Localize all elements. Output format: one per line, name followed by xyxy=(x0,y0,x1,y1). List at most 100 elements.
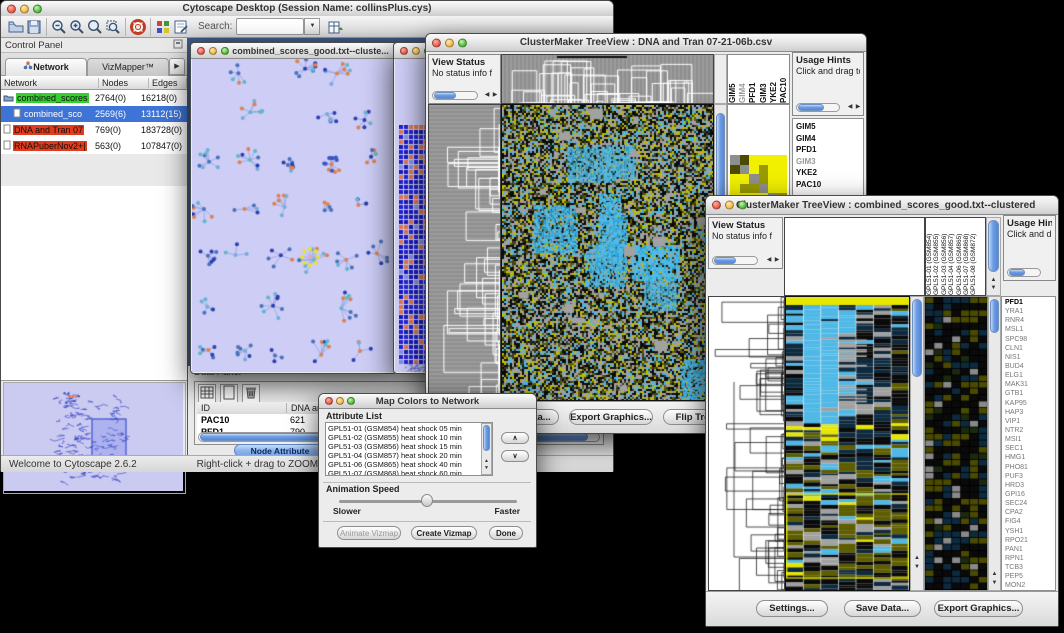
attribute-listbox[interactable]: GPL51-01 (GSM854) heat shock 05 minGPL51… xyxy=(325,422,493,476)
network-view-canvas[interactable] xyxy=(192,59,395,372)
help-lifering-icon[interactable] xyxy=(129,18,147,36)
minimize-icon[interactable] xyxy=(20,4,29,13)
export-graphics-button[interactable]: Export Graphics... xyxy=(934,600,1023,617)
zoom-fit-icon[interactable] xyxy=(86,18,104,36)
tv2-zoom-heatmap[interactable] xyxy=(924,296,988,591)
zoom-window-icon[interactable] xyxy=(458,38,467,47)
scroll-right-icon[interactable]: ▶ xyxy=(774,257,780,264)
settings-button[interactable]: Settings... xyxy=(756,600,828,617)
zoom-heatmap-cell[interactable] xyxy=(740,184,750,194)
scroll-thumb[interactable] xyxy=(912,299,922,377)
tv2-gene-tree[interactable] xyxy=(708,296,785,591)
scroll-up-icon[interactable]: ▲ xyxy=(989,571,1000,578)
close-icon[interactable] xyxy=(400,47,408,55)
zoom-heatmap-cell[interactable] xyxy=(778,184,788,194)
move-up-button[interactable]: ∧ xyxy=(501,432,529,444)
tv1-array-dendrogram[interactable] xyxy=(501,54,714,104)
attribute-list-item[interactable]: GPL51-06 (GSM865) heat shock 40 min xyxy=(328,460,490,469)
zoom-heatmap-cell[interactable] xyxy=(778,174,788,184)
minimize-icon[interactable] xyxy=(209,47,217,55)
attribute-list-item[interactable]: GPL51-02 (GSM855) heat shock 10 min xyxy=(328,433,490,442)
create-vizmap-button[interactable]: Create Vizmap xyxy=(411,526,477,540)
tv1-gene-tree[interactable] xyxy=(428,104,501,401)
zoom-heatmap-cell[interactable] xyxy=(759,174,769,184)
zoom-window-icon[interactable] xyxy=(33,4,42,13)
export-graphics-button[interactable]: Export Graphics... xyxy=(569,409,653,425)
zoom-heatmap-cell[interactable] xyxy=(749,165,759,175)
zoom-heatmap-cell[interactable] xyxy=(759,165,769,175)
vizmapper-palette-icon[interactable] xyxy=(154,18,172,36)
zoom-heatmap-canvas[interactable] xyxy=(925,297,987,590)
close-icon[interactable] xyxy=(197,47,205,55)
tv1-status-scrollbar[interactable] xyxy=(432,91,478,100)
network-view-1[interactable] xyxy=(192,59,395,372)
scroll-up-icon[interactable]: ▲ xyxy=(987,277,1000,284)
scroll-up-icon[interactable]: ▲ xyxy=(911,555,923,562)
attribute-list-item[interactable]: GPL51-07 (GSM868) heat shock 60 min xyxy=(328,469,490,476)
zoom-heatmap-cell[interactable] xyxy=(768,184,778,194)
scroll-left-icon[interactable]: ◀ xyxy=(847,104,853,111)
scroll-thumb[interactable] xyxy=(1009,269,1025,276)
float-panel-icon[interactable] xyxy=(173,36,183,54)
minimize-icon[interactable] xyxy=(412,47,420,55)
scroll-thumb[interactable] xyxy=(988,220,999,272)
tab-vizmapper[interactable]: VizMapper™ xyxy=(87,58,169,76)
attribute-list-item[interactable]: GPL51-01 (GSM854) heat shock 05 min xyxy=(328,424,490,433)
scroll-right-icon[interactable]: ▶ xyxy=(855,104,861,111)
minimize-icon[interactable] xyxy=(445,38,454,47)
attribute-list-scrollbar[interactable]: ▲ ▼ xyxy=(481,423,492,475)
zoom-heatmap-cell[interactable] xyxy=(740,155,750,165)
scroll-up-icon[interactable]: ▲ xyxy=(482,458,491,465)
network-list-row[interactable]: DNA and Tran 07769(0)183728(0) xyxy=(1,122,187,138)
zoom-selected-icon[interactable] xyxy=(104,18,122,36)
speed-slider-thumb[interactable] xyxy=(421,494,433,507)
tv2-global-heatmap[interactable] xyxy=(785,296,910,591)
search-dropdown-icon[interactable]: ▼ xyxy=(304,18,320,35)
zoom-heatmap-cell[interactable] xyxy=(740,165,750,175)
zoom-heatmap-cell[interactable] xyxy=(730,184,740,194)
network-list-row[interactable]: combined_sco2569(6)13112(15) xyxy=(1,106,187,122)
minimize-icon[interactable] xyxy=(725,201,734,210)
scroll-down-icon[interactable]: ▼ xyxy=(482,465,491,472)
main-titlebar[interactable]: Cytoscape Desktop (Session Name: collins… xyxy=(1,1,613,17)
zoom-heatmap-cell[interactable] xyxy=(730,165,740,175)
attribute-list-item[interactable]: GPL51-04 (GSM857) heat shock 20 min xyxy=(328,451,490,460)
scroll-left-icon[interactable]: ◀ xyxy=(766,257,772,264)
array-dendrogram-canvas[interactable] xyxy=(502,55,713,103)
zoom-heatmap-cell[interactable] xyxy=(749,184,759,194)
tv2-vscrollbar[interactable]: ▲ ▼ xyxy=(910,296,924,591)
network-list-row[interactable]: combined_scores2764(0)16218(0) xyxy=(1,90,187,106)
tv1-hints-scrollbar[interactable] xyxy=(796,103,840,112)
zoom-heatmap-cell[interactable] xyxy=(768,155,778,165)
annotation-icon[interactable] xyxy=(172,18,190,36)
scroll-left-icon[interactable]: ◀ xyxy=(484,92,490,99)
birdseye-view[interactable] xyxy=(3,382,186,494)
zoom-in-icon[interactable] xyxy=(68,18,86,36)
save-session-icon[interactable] xyxy=(25,18,43,36)
close-icon[interactable] xyxy=(325,397,333,405)
tv2-zoom-scrollbar[interactable]: ▲ ▼ xyxy=(988,296,1001,591)
tab-overflow-icon[interactable]: ▶ xyxy=(169,58,185,75)
scroll-thumb[interactable] xyxy=(714,257,736,264)
search-input[interactable] xyxy=(236,18,304,35)
close-icon[interactable] xyxy=(7,4,16,13)
zoom-heatmap-cell[interactable] xyxy=(730,155,740,165)
gene-tree-canvas[interactable] xyxy=(429,105,500,400)
minimize-icon[interactable] xyxy=(336,397,344,405)
scroll-thumb[interactable] xyxy=(716,113,725,208)
zoom-heatmap-cell[interactable] xyxy=(759,155,769,165)
tv2-status-scrollbar[interactable] xyxy=(712,256,758,265)
zoom-heatmap-cell[interactable] xyxy=(749,155,759,165)
global-heatmap-canvas[interactable] xyxy=(786,297,909,590)
tab-network[interactable]: Network xyxy=(5,58,87,76)
scroll-down-icon[interactable]: ▼ xyxy=(911,564,923,571)
animate-vizmap-button[interactable]: Animate Vizmap xyxy=(337,526,401,540)
tv2-array-area[interactable] xyxy=(784,217,925,296)
column-header[interactable]: ID xyxy=(197,403,287,413)
scroll-thumb[interactable] xyxy=(483,425,490,451)
network-list-row[interactable]: RNAPuberNov2+|563(0)107847(0) xyxy=(1,138,187,154)
tv2-hints-scrollbar[interactable] xyxy=(1007,268,1041,277)
close-icon[interactable] xyxy=(432,38,441,47)
scroll-down-icon[interactable]: ▼ xyxy=(989,580,1000,587)
move-down-button[interactable]: ∨ xyxy=(501,450,529,462)
